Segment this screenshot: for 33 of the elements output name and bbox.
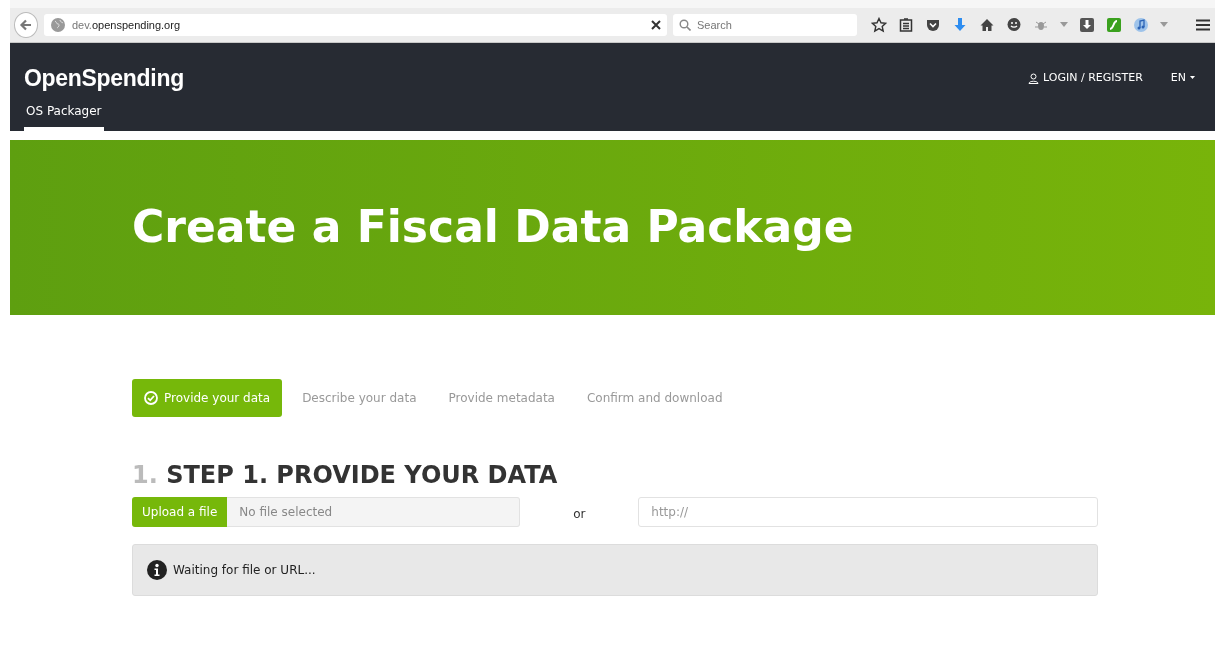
site-logo[interactable]: OpenSpending: [24, 61, 184, 96]
search-icon: [679, 19, 691, 31]
step-tab[interactable]: Describe your data: [290, 379, 429, 417]
status-text: Waiting for file or URL...: [173, 562, 316, 579]
login-link[interactable]: LOGIN / REGISTER: [1022, 69, 1149, 88]
check-circle-icon: [144, 391, 158, 405]
url-field[interactable]: http://: [638, 497, 1098, 527]
page-title: Create a Fiscal Data Package: [132, 201, 854, 254]
step-tab[interactable]: Provide metadata: [436, 379, 567, 417]
caret-icon: [1190, 76, 1195, 81]
close-icon[interactable]: [651, 20, 661, 30]
music-note-icon[interactable]: [1133, 17, 1149, 33]
chat-icon[interactable]: [1006, 17, 1022, 33]
url-text: dev.openspending.org: [71, 17, 180, 33]
file-status-field: No file selected: [227, 497, 521, 527]
address-bar[interactable]: dev.openspending.org: [43, 14, 667, 36]
menu-icon[interactable]: [1195, 17, 1211, 33]
section-heading: 1. STEP 1. PROVIDE YOUR DATA: [132, 460, 559, 491]
star-icon[interactable]: [871, 17, 887, 33]
nav-tab[interactable]: OS Packager: [24, 100, 104, 131]
separator-text: or: [572, 506, 587, 523]
back-button[interactable]: [14, 12, 38, 38]
search-field[interactable]: Search: [673, 14, 857, 36]
download-icon[interactable]: [952, 17, 968, 33]
home-icon[interactable]: [979, 17, 995, 33]
info-icon: [147, 560, 167, 580]
language-dropdown[interactable]: EN: [1164, 69, 1201, 88]
flash-icon[interactable]: [1106, 17, 1122, 33]
back-arrow-icon: [18, 18, 33, 32]
download-box-icon[interactable]: [1079, 17, 1095, 33]
pocket-icon[interactable]: [925, 17, 941, 33]
step-tab[interactable]: Confirm and download: [574, 379, 735, 417]
clipboard-icon[interactable]: [898, 17, 914, 33]
